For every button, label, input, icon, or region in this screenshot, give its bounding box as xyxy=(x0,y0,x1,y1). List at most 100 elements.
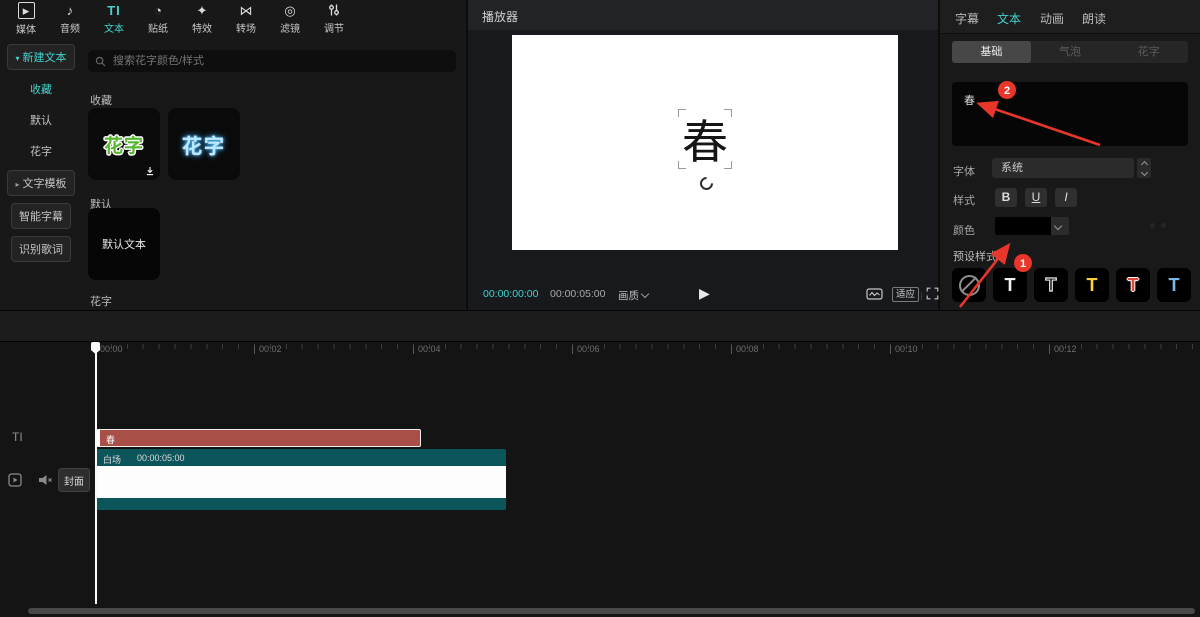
ruler-label: 00:04 xyxy=(413,345,441,354)
effects-icon: ✦ xyxy=(197,3,208,18)
section-label-huazi: 花字 xyxy=(90,293,112,309)
canvas-text-element[interactable]: 春 xyxy=(680,107,730,171)
toolbar-effects[interactable]: ✦ 特效 xyxy=(180,0,224,38)
subtab-segmented-control: 基础 气泡 花字 xyxy=(952,41,1188,63)
tab-subtitle[interactable]: 字幕 xyxy=(955,10,979,27)
play-button[interactable]: ▶ xyxy=(699,285,710,302)
media-library-panel: ▸ 媒体 ♪ 音频 TI 文本 ◔ 贴纸 ✦ 特效 ⋈ 转场 xyxy=(0,0,466,310)
subtab-bubble[interactable]: 气泡 xyxy=(1031,41,1110,63)
ruler-label: 00:08 xyxy=(731,345,759,354)
toolbar-filter[interactable]: ◎ 滤镜 xyxy=(268,0,312,38)
chevron-up-icon xyxy=(1140,160,1147,167)
sidebar-item-lyrics-recognition[interactable]: 识别歌词 xyxy=(11,236,71,262)
color-options-dot xyxy=(1150,223,1155,228)
toolbar-label: 文本 xyxy=(104,20,124,35)
sidebar-item-smart-subtitle[interactable]: 智能字幕 xyxy=(11,203,71,229)
toolbar-label: 滤镜 xyxy=(280,20,300,35)
toolbar-adjust[interactable]: 调节 xyxy=(312,0,356,38)
tab-text[interactable]: 文本 xyxy=(997,10,1021,27)
current-time: 00:00:00:00 xyxy=(483,288,538,300)
media-icon: ▸ xyxy=(18,2,35,19)
fullscreen-icon[interactable] xyxy=(926,287,939,300)
font-select[interactable]: 系统 xyxy=(992,158,1134,178)
preset-none[interactable] xyxy=(952,268,986,302)
clip-trim-handle-left[interactable] xyxy=(96,430,100,446)
search-input[interactable] xyxy=(111,54,449,68)
video-clip-filmstrip xyxy=(95,466,506,498)
preset-red-text[interactable]: T xyxy=(1116,268,1150,302)
video-track-icon[interactable] xyxy=(8,473,22,487)
selection-corner[interactable] xyxy=(724,109,732,117)
sidebar-item-new-text[interactable]: ▾新建文本 xyxy=(7,44,74,70)
font-stepper[interactable] xyxy=(1137,158,1151,178)
preview-canvas: 春 xyxy=(512,35,898,250)
search-box xyxy=(88,50,456,72)
sidebar-item-text-template[interactable]: ▸文字模板 xyxy=(7,170,74,196)
toolbar-label: 特效 xyxy=(192,20,212,35)
text-content-input[interactable]: 春 xyxy=(952,82,1188,146)
section-label-favorites: 收藏 xyxy=(90,92,112,108)
underline-button[interactable]: U xyxy=(1025,188,1047,207)
font-label: 字体 xyxy=(953,163,975,179)
huazi-style-green-thumb[interactable]: 花字 xyxy=(88,108,160,180)
timeline-area: 00:00 00:02 00:04 00:06 00:08 00:10 00:1… xyxy=(0,342,1200,617)
preview-scope-icon[interactable] xyxy=(866,288,883,300)
toolbar-sticker[interactable]: ◔ 贴纸 xyxy=(136,0,180,38)
sidebar-item-huazi[interactable]: 花字 xyxy=(23,139,59,163)
timeline-toolbar: ↺ ↻ xyxy=(0,310,1200,342)
sidebar-item-label: 文字模板 xyxy=(23,178,67,190)
preset-blue-text[interactable]: T xyxy=(1157,268,1191,302)
selection-corner[interactable] xyxy=(678,109,686,117)
video-clip[interactable]: 白场 00:00:05:00 xyxy=(95,449,506,510)
subtab-huazi[interactable]: 花字 xyxy=(1109,41,1188,63)
none-icon xyxy=(959,275,980,296)
ruler-label: 00:12 xyxy=(1049,345,1077,354)
toolbar-media[interactable]: ▸ 媒体 xyxy=(4,0,48,38)
timeline-scrollbar[interactable] xyxy=(28,608,1195,614)
sticker-icon: ◔ xyxy=(154,3,162,18)
ruler-label: 00:02 xyxy=(254,345,282,354)
bold-button[interactable]: B xyxy=(995,188,1017,207)
library-content: 收藏 花字 花字 默认 默认文本 花字 xyxy=(80,40,466,310)
preset-yellow-text[interactable]: T xyxy=(1075,268,1109,302)
top-toolbar: ▸ 媒体 ♪ 音频 TI 文本 ◔ 贴纸 ✦ 特效 ⋈ 转场 xyxy=(4,0,356,38)
text-clip-label: 春 xyxy=(106,433,115,446)
chevron-down-icon xyxy=(1054,222,1062,230)
huazi-style-blue-thumb[interactable]: 花字 xyxy=(168,108,240,180)
text-track-label: TI xyxy=(12,430,23,444)
italic-button[interactable]: I xyxy=(1055,188,1077,207)
transition-icon: ⋈ xyxy=(240,3,253,18)
mute-icon[interactable] xyxy=(38,473,54,487)
selection-corner[interactable] xyxy=(724,161,732,169)
text-icon: TI xyxy=(107,3,121,18)
canvas-text: 春 xyxy=(682,106,728,172)
subtab-basic[interactable]: 基础 xyxy=(952,41,1031,63)
inspector-tabbar: 字幕 文本 动画 朗读 xyxy=(940,0,1200,34)
preset-white-text[interactable]: T xyxy=(993,268,1027,302)
selection-corner[interactable] xyxy=(678,161,686,169)
fit-button[interactable]: 适应 xyxy=(892,287,919,302)
tab-reading[interactable]: 朗读 xyxy=(1082,10,1106,27)
quality-dropdown[interactable]: 画质 xyxy=(618,288,648,303)
huazi-blue-text: 花字 xyxy=(182,130,226,159)
quality-label: 画质 xyxy=(618,290,639,302)
adjust-icon xyxy=(327,3,341,18)
search-icon xyxy=(95,56,106,67)
sidebar-item-favorites[interactable]: 收藏 xyxy=(23,77,59,101)
sidebar-item-default[interactable]: 默认 xyxy=(23,108,59,132)
color-picker-dropdown[interactable] xyxy=(995,217,1069,235)
default-text-thumb[interactable]: 默认文本 xyxy=(88,208,160,280)
sidebar-item-label: 收藏 xyxy=(30,84,52,96)
toolbar-transition[interactable]: ⋈ 转场 xyxy=(224,0,268,38)
toolbar-text[interactable]: TI 文本 xyxy=(92,0,136,38)
rotate-handle-icon[interactable] xyxy=(697,174,715,192)
chevron-down-icon xyxy=(641,290,649,298)
cover-button[interactable]: 封面 xyxy=(58,468,90,492)
tab-animation[interactable]: 动画 xyxy=(1040,10,1064,27)
toolbar-audio[interactable]: ♪ 音频 xyxy=(48,0,92,38)
preset-outline-text[interactable]: T xyxy=(1034,268,1068,302)
preset-styles-label: 预设样式 xyxy=(953,248,997,264)
sidebar-item-label: 花字 xyxy=(30,146,52,158)
playhead-line[interactable] xyxy=(95,342,97,604)
text-clip[interactable]: 春 xyxy=(95,429,421,447)
